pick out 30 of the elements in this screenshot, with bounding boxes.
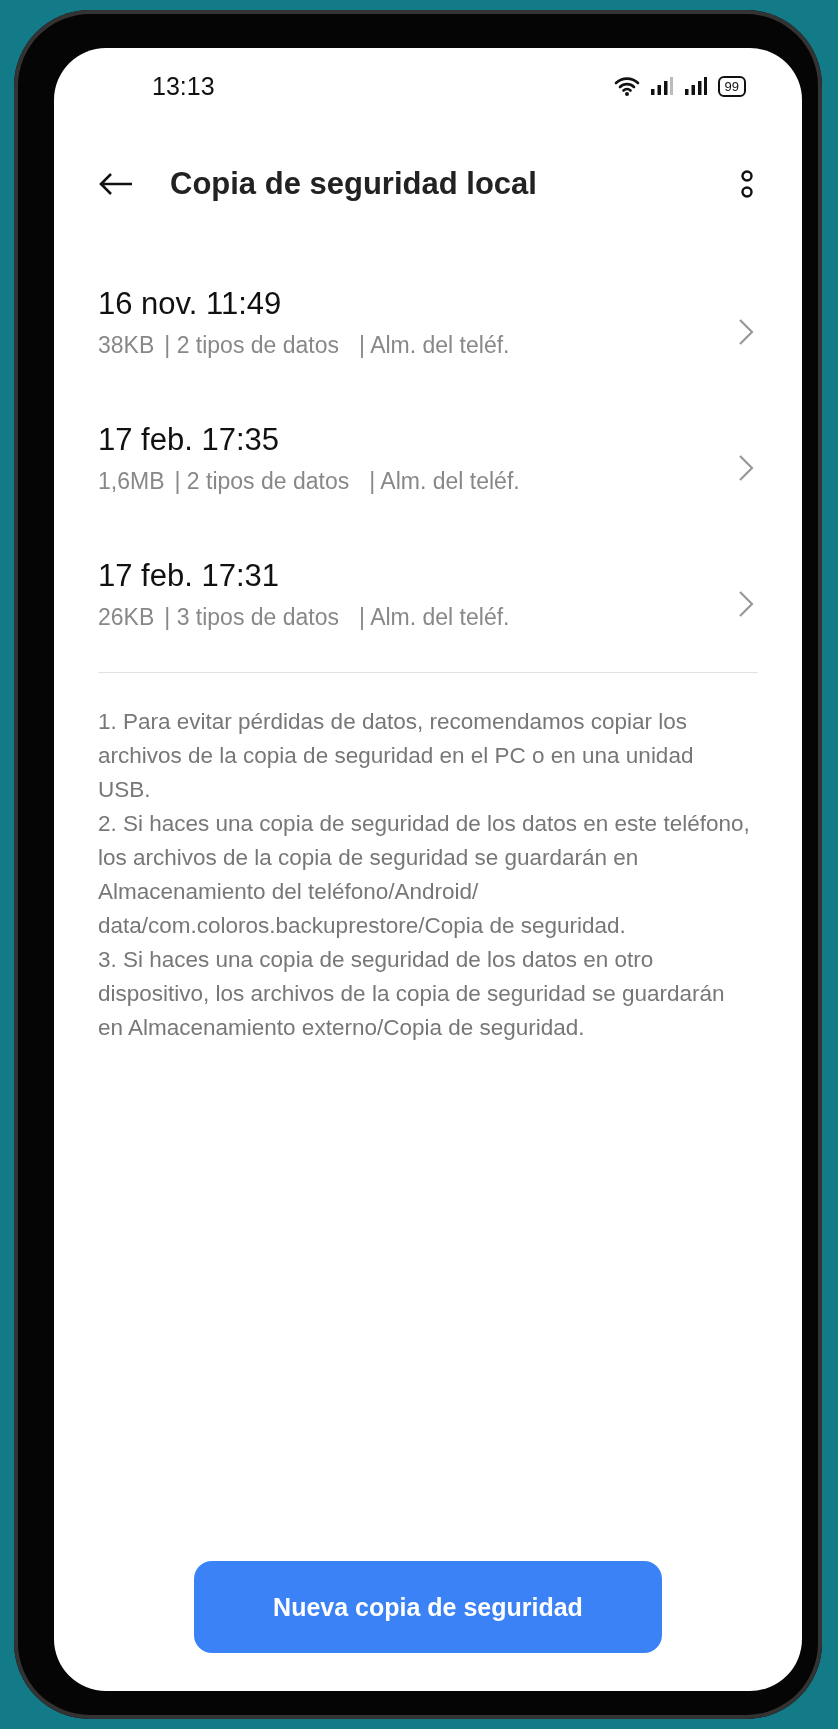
backup-item[interactable]: 17 feb. 17:35 1,6MB | 2 tipos de datos | Alm. del teléf. (98, 400, 758, 536)
backup-data-types: | 2 tipos de datos (174, 467, 350, 495)
backup-date: 17 feb. 17:31 (98, 557, 280, 594)
backup-item[interactable]: 16 nov. 11:49 38KB | 2 tipos de datos | Alm. del teléf. (98, 264, 758, 400)
chevron-right-icon (738, 318, 754, 346)
signal-icon (649, 77, 674, 95)
backup-data-types: | 3 tipos de datos (164, 603, 340, 631)
backup-location: | Alm. del teléf. (359, 603, 510, 631)
status-time: 13:13 (152, 71, 215, 101)
info-note: 2. Si haces una copia de seguridad de los datos en este teléfono, los archivos de la copia de seguridad se guardarán en Almacenamiento del teléfono/Android/ data/com.coloros.backuprestore/Copia de seguridad. (98, 810, 751, 940)
backup-size: 26KB (98, 603, 155, 631)
backup-location: | Alm. del teléf. (369, 467, 520, 495)
signal-icon (683, 77, 708, 95)
battery-indicator: 99 (717, 75, 746, 97)
page-title: Copia de seguridad local (170, 166, 538, 202)
backup-data-types: | 2 tipos de datos (164, 331, 340, 359)
backup-size: 38KB (98, 331, 155, 359)
new-backup-button[interactable]: Nueva copia de seguridad (194, 1561, 662, 1653)
info-note: 1. Para evitar pérdidas de datos, recomendamos copiar los archivos de la copia de seguridad en el PC o en una unidad USB. (98, 708, 695, 804)
backup-size: 1,6MB (98, 467, 165, 495)
back-arrow-icon[interactable] (98, 172, 134, 196)
backup-item[interactable]: 17 feb. 17:31 26KB | 3 tipos de datos | Alm. del teléf. (98, 536, 758, 672)
backup-location: | Alm. del teléf. (359, 331, 510, 359)
info-note: 3. Si haces una copia de seguridad de los datos en otro dispositivo, los archivos de la copia de seguridad se guardarán en Almacenamiento externo/Copia de seguridad. (98, 946, 726, 1042)
backup-date: 16 nov. 11:49 (98, 285, 283, 322)
more-options-icon[interactable] (740, 169, 754, 199)
backup-date: 17 feb. 17:35 (98, 421, 280, 458)
wifi-icon (613, 76, 640, 96)
chevron-right-icon (738, 454, 754, 482)
chevron-right-icon (738, 590, 754, 618)
